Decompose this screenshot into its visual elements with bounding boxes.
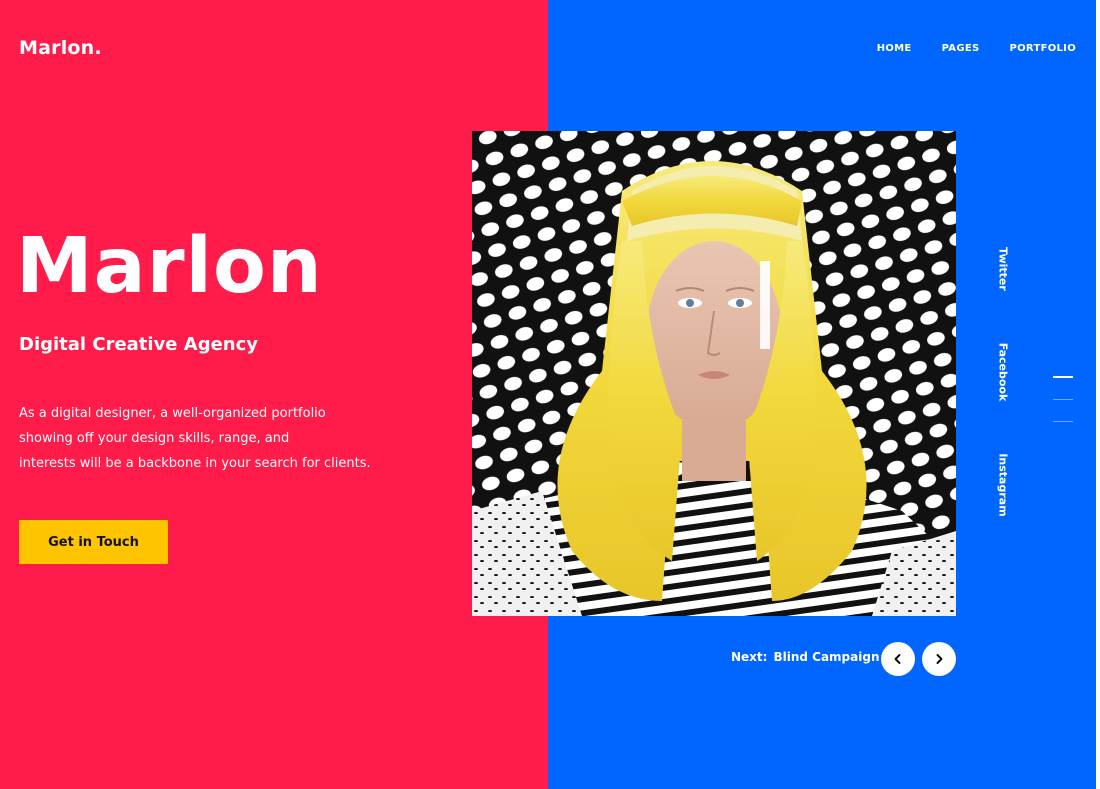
chevron-left-icon xyxy=(894,654,901,664)
social-facebook-label[interactable]: Facebook xyxy=(997,343,1010,402)
next-title: Blind Campaign xyxy=(773,650,880,664)
social-twitter-label[interactable]: Twitter xyxy=(997,247,1010,291)
slide-indicator[interactable] xyxy=(1053,421,1073,422)
hero-description: As a digital designer, a well-organized … xyxy=(19,401,379,476)
main-nav: HOME PAGES PORTFOLIO xyxy=(877,43,1076,54)
chevron-right-icon xyxy=(936,654,943,664)
prev-slide-button[interactable] xyxy=(881,642,915,676)
featured-image[interactable] xyxy=(472,131,956,616)
next-prefix: Next: xyxy=(731,650,768,664)
hero-description-line: interests will be a backbone in your sea… xyxy=(19,456,371,471)
get-in-touch-button[interactable]: Get in Touch xyxy=(19,520,168,564)
hero-description-line: As a digital designer, a well-organized … xyxy=(19,406,326,421)
slide-indicator[interactable] xyxy=(1053,399,1073,400)
hero-title: Marlon xyxy=(16,222,323,311)
left-panel xyxy=(0,0,548,789)
nav-pages[interactable]: PAGES xyxy=(942,43,980,54)
next-slide-button[interactable] xyxy=(922,642,956,676)
hero-subtitle: Digital Creative Agency xyxy=(19,334,259,355)
site-logo[interactable]: Marlon. xyxy=(19,37,102,59)
nav-portfolio[interactable]: PORTFOLIO xyxy=(1009,43,1076,54)
nav-home[interactable]: HOME xyxy=(877,43,912,54)
slide-indicator-active[interactable] xyxy=(1053,376,1073,378)
featured-image-art xyxy=(472,131,956,616)
hero-description-line: showing off your design skills, range, a… xyxy=(19,431,290,446)
next-slide-label[interactable]: Next: Blind Campaign xyxy=(731,650,880,664)
social-instagram-label[interactable]: Instagram xyxy=(997,453,1010,516)
